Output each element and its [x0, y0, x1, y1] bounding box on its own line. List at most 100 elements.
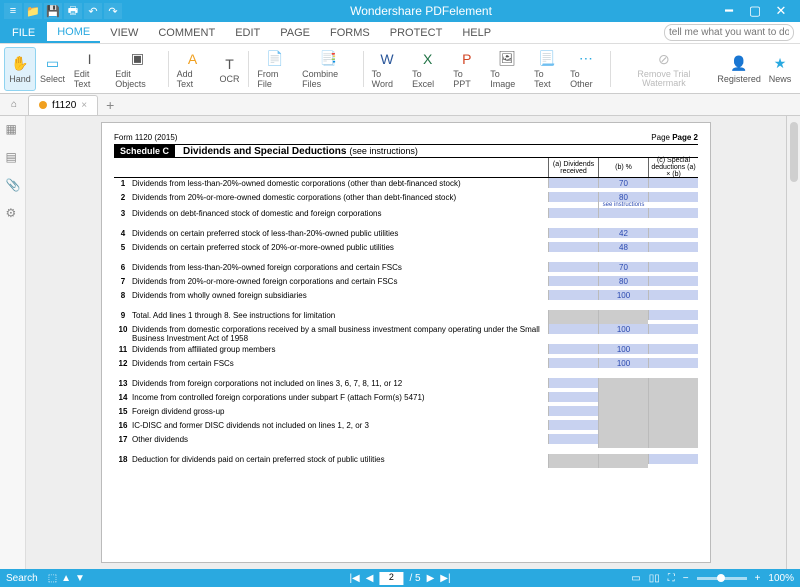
- last-page-icon[interactable]: ▶|: [440, 573, 450, 584]
- next-page-icon[interactable]: ▶: [427, 573, 435, 584]
- edit-objects-tool[interactable]: ▣Edit Objects: [110, 47, 164, 91]
- col-b-cell[interactable]: [598, 420, 648, 434]
- col-a-cell[interactable]: [548, 242, 598, 252]
- to-ppt-tool[interactable]: PTo PPT: [448, 47, 485, 91]
- col-a-cell[interactable]: [548, 434, 598, 444]
- up-icon[interactable]: ▲: [61, 573, 71, 584]
- minimize-icon[interactable]: ━: [720, 3, 738, 19]
- redo-icon[interactable]: ↷: [104, 3, 122, 19]
- col-c-cell[interactable]: [648, 420, 698, 434]
- col-c-cell[interactable]: [648, 310, 698, 320]
- col-b-cell[interactable]: 100: [598, 324, 648, 334]
- col-b-cell[interactable]: [598, 454, 648, 468]
- col-c-cell[interactable]: [648, 276, 698, 286]
- search-panel-icon[interactable]: ⚙: [6, 206, 20, 220]
- col-a-cell[interactable]: [548, 262, 598, 272]
- col-a-cell[interactable]: [548, 378, 598, 388]
- col-c-cell[interactable]: [648, 344, 698, 354]
- col-c-cell[interactable]: [648, 434, 698, 448]
- col-b-cell[interactable]: [598, 434, 648, 448]
- col-b-cell[interactable]: 100: [598, 358, 648, 368]
- view1-icon[interactable]: ▭: [631, 573, 640, 584]
- col-c-cell[interactable]: [648, 178, 698, 188]
- to-image-tool[interactable]: 🖼To Image: [485, 47, 529, 91]
- tab-help[interactable]: HELP: [452, 22, 501, 43]
- col-a-cell[interactable]: [548, 344, 598, 354]
- col-c-cell[interactable]: [648, 262, 698, 272]
- tab-home[interactable]: HOME: [47, 22, 100, 43]
- col-b-cell[interactable]: 80see instructions: [598, 192, 648, 208]
- home-tab-icon[interactable]: ⌂: [0, 99, 28, 110]
- col-b-cell[interactable]: 100: [598, 290, 648, 300]
- first-page-icon[interactable]: |◀: [349, 573, 359, 584]
- col-a-cell[interactable]: [548, 208, 598, 218]
- col-a-cell[interactable]: [548, 192, 598, 202]
- down-icon[interactable]: ▼: [75, 573, 85, 584]
- registered-tool[interactable]: 👤Registered: [714, 47, 764, 91]
- col-b-cell[interactable]: [598, 208, 648, 218]
- select-tool[interactable]: ▭Select: [36, 47, 69, 91]
- attachments-icon[interactable]: 📎: [6, 178, 20, 192]
- to-text-tool[interactable]: 📃To Text: [529, 47, 565, 91]
- col-c-cell[interactable]: [648, 406, 698, 420]
- combine-tool[interactable]: 📑Combine Files: [297, 47, 360, 91]
- print-icon[interactable]: 🖶: [64, 3, 82, 19]
- col-b-cell[interactable]: [598, 406, 648, 420]
- open-icon[interactable]: 📁: [24, 3, 42, 19]
- tab-forms[interactable]: FORMS: [320, 22, 380, 43]
- file-menu[interactable]: FILE: [0, 22, 47, 43]
- scroll-thumb[interactable]: [790, 122, 798, 182]
- col-b-cell[interactable]: 48: [598, 242, 648, 252]
- col-c-cell[interactable]: [648, 454, 698, 464]
- tab-view[interactable]: VIEW: [100, 22, 148, 43]
- zoom-out-icon[interactable]: −: [683, 573, 689, 584]
- prev-page-icon[interactable]: ◀: [366, 573, 374, 584]
- menu-icon[interactable]: ≡: [4, 3, 22, 19]
- save-icon[interactable]: 💾: [44, 3, 62, 19]
- add-text-tool[interactable]: AAdd Text: [172, 47, 214, 91]
- col-c-cell[interactable]: [648, 392, 698, 406]
- col-a-cell[interactable]: [548, 420, 598, 430]
- to-excel-tool[interactable]: XTo Excel: [407, 47, 448, 91]
- col-c-cell[interactable]: [648, 208, 698, 218]
- col-a-cell[interactable]: [548, 276, 598, 286]
- col-a-cell[interactable]: [548, 178, 598, 188]
- col-a-cell[interactable]: [548, 228, 598, 238]
- hand-tool[interactable]: ✋Hand: [4, 47, 36, 91]
- close-tab-icon[interactable]: ×: [81, 100, 87, 111]
- close-icon[interactable]: ✕: [772, 3, 790, 19]
- col-c-cell[interactable]: [648, 228, 698, 238]
- col-c-cell[interactable]: [648, 290, 698, 300]
- search-label[interactable]: Search: [6, 573, 38, 584]
- col-b-cell[interactable]: 70: [598, 178, 648, 188]
- help-input[interactable]: [664, 24, 794, 41]
- tab-edit[interactable]: EDIT: [225, 22, 270, 43]
- page-view[interactable]: Form 1120 (2015)Page Page 2 Schedule C D…: [26, 116, 786, 569]
- maximize-icon[interactable]: ▢: [746, 3, 764, 19]
- to-word-tool[interactable]: WTo Word: [367, 47, 408, 91]
- doc-tab[interactable]: f1120 ×: [28, 95, 98, 115]
- col-b-cell[interactable]: [598, 310, 648, 324]
- edit-text-tool[interactable]: IEdit Text: [69, 47, 110, 91]
- ocr-tool[interactable]: TOCR: [213, 47, 245, 91]
- col-c-cell[interactable]: [648, 242, 698, 252]
- add-tab[interactable]: +: [98, 97, 122, 113]
- to-other-tool[interactable]: ⋯To Other: [565, 47, 607, 91]
- col-a-cell[interactable]: [548, 406, 598, 416]
- col-a-cell[interactable]: [548, 290, 598, 300]
- zoom-in-icon[interactable]: +: [755, 573, 761, 584]
- tab-protect[interactable]: PROTECT: [380, 22, 453, 43]
- col-b-cell[interactable]: 80: [598, 276, 648, 286]
- page-input[interactable]: 2: [379, 572, 403, 585]
- col-b-cell[interactable]: 70: [598, 262, 648, 272]
- col-b-cell[interactable]: [598, 378, 648, 392]
- col-c-cell[interactable]: [648, 192, 698, 202]
- remove-watermark-tool[interactable]: ⊘Remove Trial Watermark: [614, 47, 715, 91]
- fit-icon[interactable]: ⬚: [48, 573, 57, 584]
- col-a-cell[interactable]: [548, 392, 598, 402]
- col-b-cell[interactable]: 100: [598, 344, 648, 354]
- col-a-cell[interactable]: [548, 358, 598, 368]
- col-a-cell[interactable]: [548, 454, 598, 468]
- view2-icon[interactable]: ▯▯: [649, 573, 660, 584]
- col-a-cell[interactable]: [548, 324, 598, 334]
